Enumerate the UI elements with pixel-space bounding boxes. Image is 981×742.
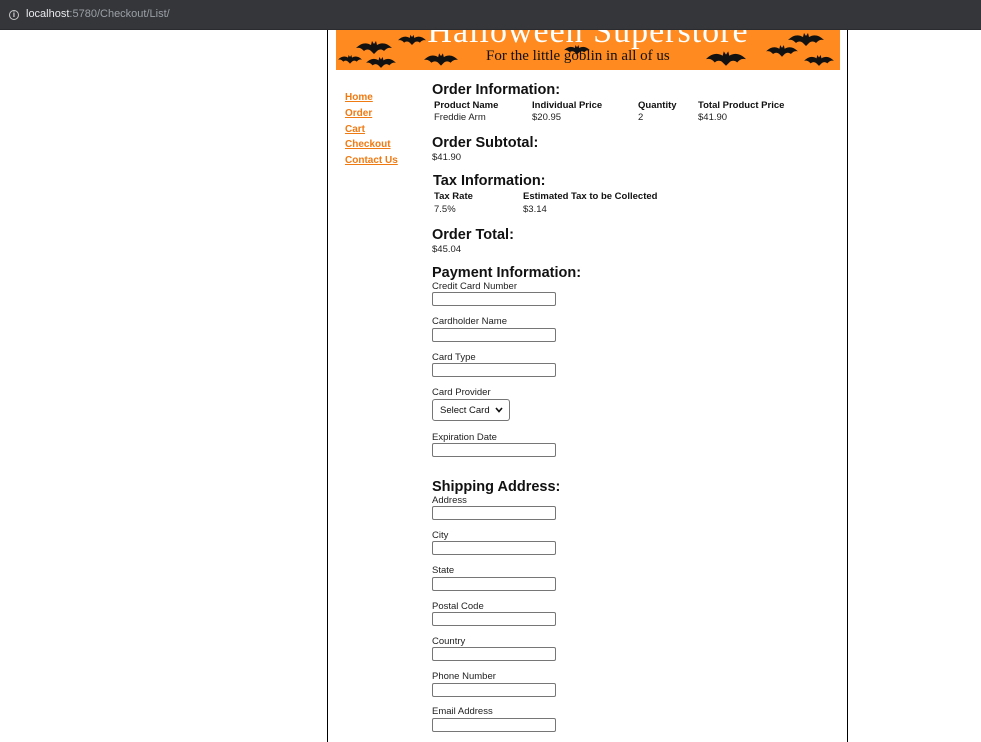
tax-information-heading: Tax Information: <box>433 173 546 189</box>
card-type-input[interactable] <box>432 363 556 377</box>
country-label: Country <box>432 636 466 647</box>
bat-icon <box>366 57 396 68</box>
state-input[interactable] <box>432 577 556 591</box>
nav-link-home[interactable]: Home <box>345 90 398 106</box>
cardholder-name-input[interactable] <box>432 328 556 342</box>
city-input[interactable] <box>432 541 556 555</box>
url-path: :5780/Checkout/List/ <box>69 8 170 20</box>
order-subtotal-heading: Order Subtotal: <box>432 135 539 151</box>
address-label: Address <box>432 495 467 506</box>
card-provider-select[interactable]: Select Card <box>432 399 510 421</box>
store-tagline: For the little goblin in all of us <box>486 48 670 64</box>
card-provider-selected-value: Select Card <box>440 405 490 416</box>
card-provider-label: Card Provider <box>432 387 491 398</box>
order-total-heading: Order Total: <box>432 227 514 243</box>
credit-card-number-input[interactable] <box>432 292 556 306</box>
order-row-quantity: 2 <box>638 112 644 123</box>
order-row-total-price: $41.90 <box>698 112 728 123</box>
page-container: Halloween Superstore For the little gobl… <box>327 30 848 742</box>
city-label: City <box>432 530 449 541</box>
order-row-individual-price: $20.95 <box>532 112 562 123</box>
bat-icon <box>804 55 834 66</box>
country-input[interactable] <box>432 647 556 661</box>
email-address-input[interactable] <box>432 718 556 732</box>
url-text[interactable]: localhost:5780/Checkout/List/ <box>26 8 170 20</box>
order-row-product-name: Freddie Arm <box>434 112 486 123</box>
bat-icon <box>424 53 458 66</box>
tax-rate-value: 7.5% <box>434 204 456 215</box>
state-label: State <box>432 565 455 576</box>
order-total-value: $45.04 <box>432 244 462 255</box>
chevron-down-icon <box>495 407 503 413</box>
column-header-individual-price: Individual Price <box>532 100 603 111</box>
nav-link-cart[interactable]: Cart <box>345 122 398 138</box>
shipping-address-heading: Shipping Address: <box>432 479 561 495</box>
column-header-total-product-price: Total Product Price <box>698 100 785 111</box>
bat-icon <box>788 33 824 46</box>
site-info-icon[interactable]: i <box>9 10 19 20</box>
side-navigation: Home Order Cart Checkout Contact Us <box>345 90 398 169</box>
url-host: localhost <box>26 8 70 20</box>
column-header-estimated-tax: Estimated Tax to be Collected <box>523 191 658 202</box>
card-type-label: Card Type <box>432 352 476 363</box>
order-information-heading: Order Information: <box>432 82 561 98</box>
postal-code-input[interactable] <box>432 612 556 626</box>
phone-number-label: Phone Number <box>432 671 496 682</box>
address-input[interactable] <box>432 506 556 520</box>
phone-number-input[interactable] <box>432 683 556 697</box>
expiration-date-label: Expiration Date <box>432 432 497 443</box>
order-subtotal-value: $41.90 <box>432 152 462 163</box>
bat-icon <box>398 34 426 45</box>
column-header-product-name: Product Name <box>434 100 499 111</box>
column-header-quantity: Quantity <box>638 100 677 111</box>
bat-icon <box>338 55 362 64</box>
nav-link-checkout[interactable]: Checkout <box>345 137 398 153</box>
nav-link-contact-us[interactable]: Contact Us <box>345 153 398 169</box>
expiration-date-input[interactable] <box>432 443 556 457</box>
store-banner: Halloween Superstore For the little gobl… <box>336 30 840 70</box>
payment-information-heading: Payment Information: <box>432 265 582 281</box>
postal-code-label: Postal Code <box>432 601 484 612</box>
nav-link-order[interactable]: Order <box>345 106 398 122</box>
column-header-tax-rate: Tax Rate <box>434 191 473 202</box>
credit-card-number-label: Credit Card Number <box>432 281 517 292</box>
bat-icon <box>706 51 746 66</box>
estimated-tax-value: $3.14 <box>523 204 547 215</box>
bat-icon <box>356 41 392 54</box>
cardholder-name-label: Cardholder Name <box>432 316 507 327</box>
email-address-label: Email Address <box>432 706 493 717</box>
browser-address-bar[interactable]: i localhost:5780/Checkout/List/ <box>0 0 981 30</box>
